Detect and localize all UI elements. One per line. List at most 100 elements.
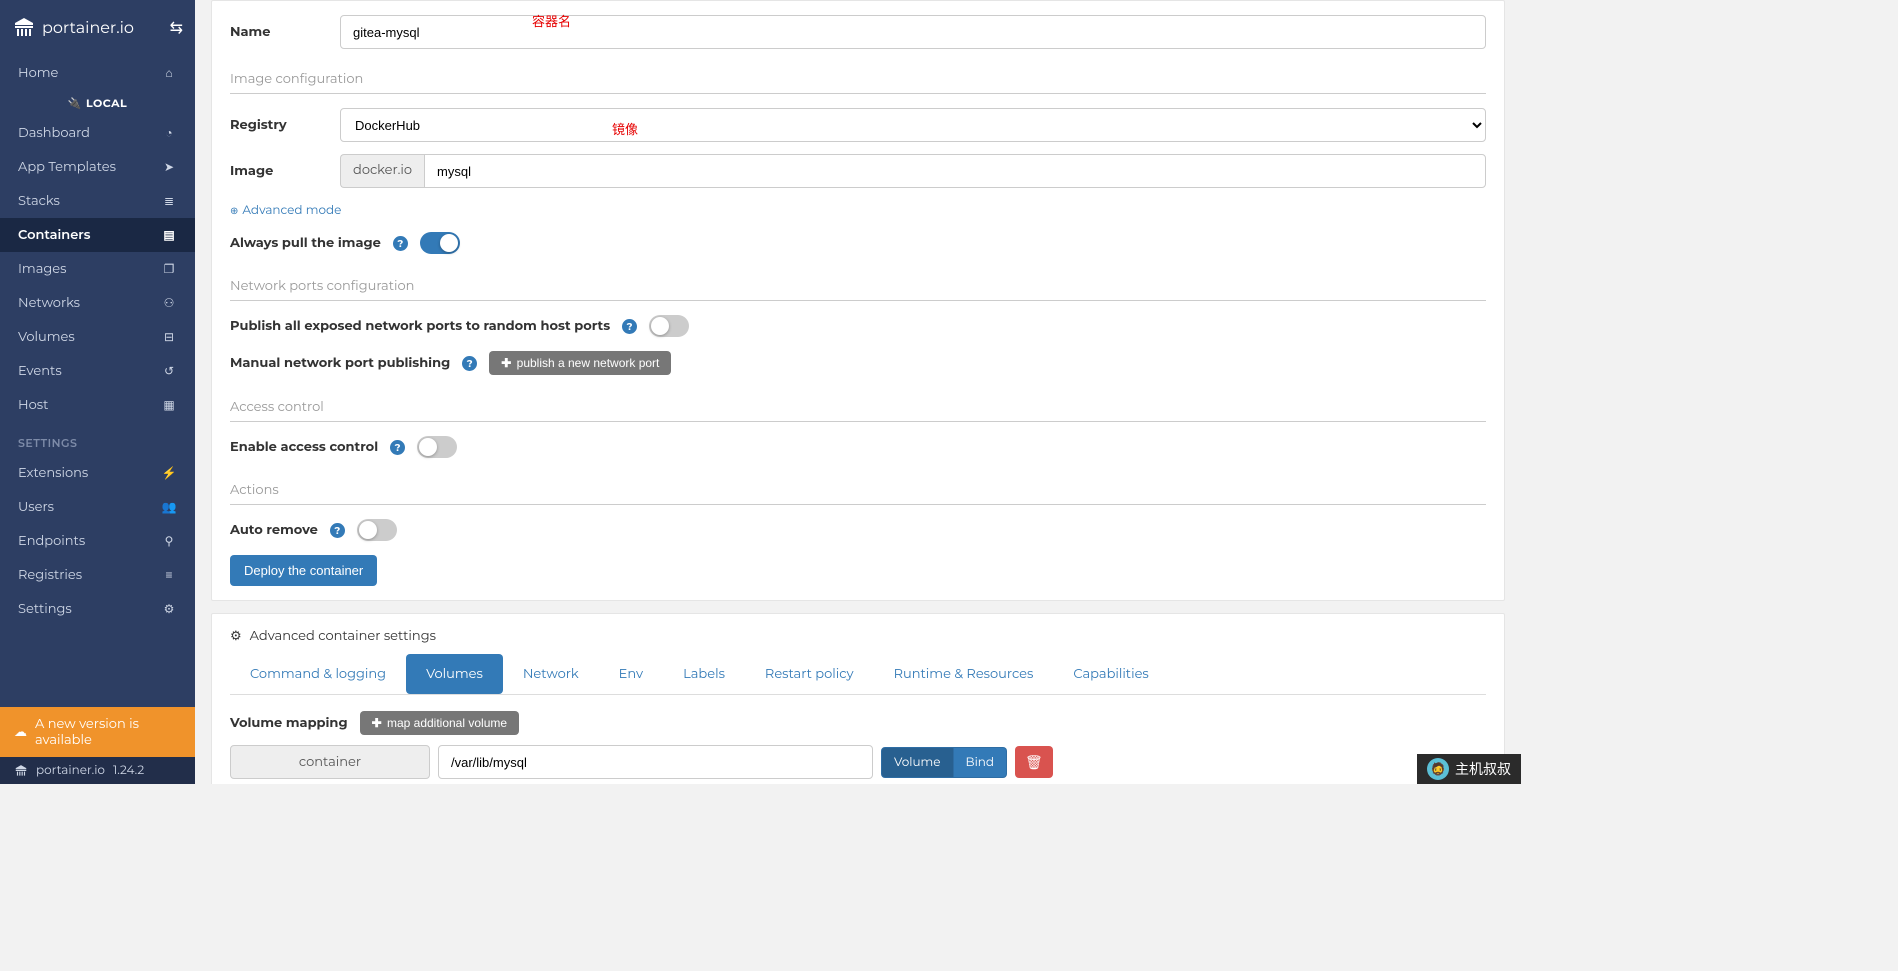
th-icon: ▦	[161, 398, 177, 413]
sidebar-item-home[interactable]: Home ⌂	[0, 56, 195, 90]
sidebar-item-settings[interactable]: Settings ⚙	[0, 592, 195, 626]
tab-runtime-resources[interactable]: Runtime & Resources	[874, 654, 1054, 694]
tab-labels[interactable]: Labels	[663, 654, 745, 694]
advanced-settings-panel: ⚙ Advanced container settings Command & …	[211, 613, 1505, 784]
plug-icon: 🔌	[68, 96, 82, 110]
image-config-header: Image configuration	[230, 61, 1486, 94]
trash-icon: 🗑	[1025, 753, 1043, 771]
help-icon[interactable]: ?	[462, 356, 477, 371]
deploy-button[interactable]: Deploy the container	[230, 555, 377, 586]
advanced-mode-link[interactable]: ⊕ Advanced mode	[230, 203, 341, 218]
sitemap-icon: ⚇	[161, 296, 177, 311]
manual-port-label: Manual network port publishing	[230, 355, 450, 371]
gear-icon: ⚙	[230, 628, 242, 644]
sidebar-item-endpoints[interactable]: Endpoints ⚲	[0, 524, 195, 558]
plus-icon: ✚	[501, 356, 511, 370]
logo-mini-icon	[14, 764, 28, 778]
avatar-icon: 🧔	[1427, 758, 1449, 780]
logo[interactable]: portainer.io	[12, 16, 134, 40]
sidebar-item-users[interactable]: Users 👥	[0, 490, 195, 524]
image-label: Image	[230, 163, 340, 179]
endpoint-label[interactable]: 🔌LOCAL	[0, 90, 195, 116]
update-banner[interactable]: ☁ A new version is available	[0, 707, 195, 757]
cogs-icon: ⚙	[161, 602, 177, 617]
sidebar: portainer.io ⇆ Home ⌂ 🔌LOCAL Dashboard ◔…	[0, 0, 195, 784]
auto-remove-label: Auto remove	[230, 522, 318, 538]
sidebar-item-events[interactable]: Events ↺	[0, 354, 195, 388]
create-container-panel: Name 容器名 Image configuration Registry Do…	[211, 0, 1505, 601]
main-content: Name 容器名 Image configuration Registry Do…	[195, 0, 1521, 784]
help-icon[interactable]: ?	[390, 440, 405, 455]
sidebar-item-images[interactable]: Images ❐	[0, 252, 195, 286]
tachometer-icon: ◔	[161, 126, 177, 141]
publish-all-label: Publish all exposed network ports to ran…	[230, 318, 610, 334]
tab-volumes[interactable]: Volumes	[406, 654, 503, 694]
watermark: 🧔 主机叔叔	[1417, 754, 1521, 784]
sidebar-item-volumes[interactable]: Volumes ⊟	[0, 320, 195, 354]
hdd-icon: ⊟	[161, 330, 177, 345]
always-pull-label: Always pull the image	[230, 235, 381, 251]
plug-icon: ⚲	[161, 534, 177, 549]
sidebar-item-stacks[interactable]: Stacks ≣	[0, 184, 195, 218]
advanced-settings-title: ⚙ Advanced container settings	[230, 628, 1486, 644]
volume-mapping-label: Volume mapping	[230, 715, 348, 731]
sidebar-item-networks[interactable]: Networks ⚇	[0, 286, 195, 320]
list-icon: ≣	[161, 194, 177, 209]
container-path-input[interactable]	[438, 745, 873, 779]
advanced-tabs: Command & logging Volumes Network Env La…	[230, 654, 1486, 695]
history-icon: ↺	[161, 364, 177, 379]
help-icon[interactable]: ?	[622, 319, 637, 334]
logo-text: portainer.io	[42, 19, 134, 38]
access-control-label: Enable access control	[230, 439, 378, 455]
always-pull-toggle[interactable]	[420, 232, 460, 254]
users-icon: 👥	[161, 500, 177, 515]
image-prefix: docker.io	[340, 154, 424, 188]
access-control-header: Access control	[230, 389, 1486, 422]
help-icon[interactable]: ?	[393, 236, 408, 251]
map-volume-button[interactable]: ✚ map additional volume	[360, 711, 519, 735]
rocket-icon: ➤	[161, 160, 177, 175]
auto-remove-toggle[interactable]	[357, 519, 397, 541]
publish-all-toggle[interactable]	[649, 315, 689, 337]
server-icon: ▤	[161, 228, 177, 243]
sidebar-item-containers[interactable]: Containers ▤	[0, 218, 195, 252]
volume-row-container: container Volume Bind 🗑	[230, 745, 1486, 779]
globe-icon: ⊕	[230, 204, 238, 217]
settings-header: SETTINGS	[0, 422, 195, 456]
volume-type-bind[interactable]: Bind	[954, 747, 1008, 778]
delete-volume-button[interactable]: 🗑	[1015, 746, 1053, 778]
sidebar-item-dashboard[interactable]: Dashboard ◔	[0, 116, 195, 150]
clone-icon: ❐	[161, 262, 177, 277]
registry-label: Registry	[230, 117, 340, 133]
database-icon: ≡	[161, 568, 177, 583]
name-label: Name	[230, 24, 340, 40]
volume-type-volume[interactable]: Volume	[881, 747, 954, 778]
sidebar-item-host[interactable]: Host ▦	[0, 388, 195, 422]
plus-icon: ✚	[372, 716, 382, 730]
tab-env[interactable]: Env	[599, 654, 663, 694]
sidebar-version: portainer.io 1.24.2	[0, 757, 195, 784]
bolt-icon: ⚡	[161, 466, 177, 481]
name-input[interactable]	[340, 15, 1486, 49]
home-icon: ⌂	[161, 66, 177, 81]
tab-capabilities[interactable]: Capabilities	[1053, 654, 1168, 694]
help-icon[interactable]: ?	[330, 523, 345, 538]
sidebar-header: portainer.io ⇆	[0, 0, 195, 56]
sidebar-item-app-templates[interactable]: App Templates ➤	[0, 150, 195, 184]
network-ports-header: Network ports configuration	[230, 268, 1486, 301]
registry-select[interactable]: DockerHub	[340, 108, 1486, 142]
container-path-label: container	[230, 745, 430, 779]
tab-restart-policy[interactable]: Restart policy	[745, 654, 874, 694]
access-control-toggle[interactable]	[417, 436, 457, 458]
sidebar-item-extensions[interactable]: Extensions ⚡	[0, 456, 195, 490]
actions-header: Actions	[230, 472, 1486, 505]
tab-network[interactable]: Network	[503, 654, 599, 694]
logo-icon	[12, 16, 36, 40]
publish-port-button[interactable]: ✚ publish a new network port	[489, 351, 671, 375]
volume-type-group: Volume Bind	[881, 747, 1007, 778]
image-input[interactable]	[424, 154, 1486, 188]
cloud-download-icon: ☁	[14, 724, 27, 740]
collapse-icon[interactable]: ⇆	[170, 18, 183, 38]
sidebar-item-registries[interactable]: Registries ≡	[0, 558, 195, 592]
tab-command-logging[interactable]: Command & logging	[230, 654, 406, 694]
